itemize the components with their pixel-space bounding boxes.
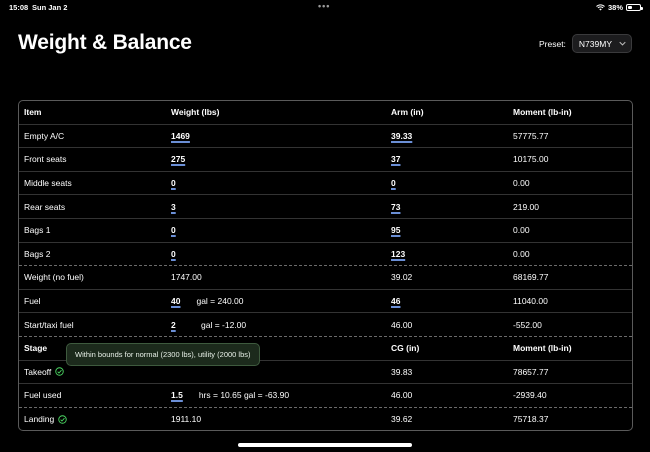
preset-value: N739MY <box>578 38 612 49</box>
moment-value: -2939.40 <box>513 390 547 401</box>
row-label: Bags 1 <box>24 225 51 236</box>
taxi-fuel-input[interactable]: 2 <box>171 320 185 330</box>
moment-value: 78657.77 <box>513 366 549 377</box>
arm-value: 39.02 <box>391 272 413 283</box>
battery-percent: 38% <box>607 3 623 12</box>
moment-value: 68169.77 <box>513 272 549 283</box>
row-label: Empty A/C <box>24 130 65 141</box>
status-date: Sun Jan 2 <box>32 3 68 12</box>
arm-input[interactable]: 39.33 <box>391 131 412 141</box>
row-label: Weight (no fuel) <box>24 272 84 283</box>
check-circle-icon[interactable] <box>58 414 67 424</box>
bounds-tooltip: Within bounds for normal (2300 lbs), uti… <box>66 343 260 366</box>
weight-input[interactable]: 0 <box>171 225 176 235</box>
moment-value: 75718.37 <box>513 414 549 425</box>
weight-input[interactable]: 3 <box>171 202 176 212</box>
weight-input[interactable]: 275 <box>171 154 185 164</box>
fuel-used-conversion: hrs = 10.65 gal = -63.90 <box>198 390 290 401</box>
table-row: Fuel 40 gal = 240.00 46 11040.00 <box>19 290 632 314</box>
table-row: Empty A/C 1469 39.33 57775.77 <box>19 125 632 149</box>
row-label: Front seats <box>24 154 67 165</box>
preset-select[interactable]: N739MY <box>571 34 632 53</box>
table-row: Bags 2 0 123 0.00 <box>19 243 632 267</box>
table-row: Middle seats 0 0 0.00 <box>19 172 632 196</box>
table-row: Rear seats 3 73 219.00 <box>19 195 632 219</box>
weight-value: 1747.00 <box>171 272 202 283</box>
table-row: Weight (no fuel) 1747.00 39.02 68169.77 <box>19 266 632 290</box>
stage-row: Fuel used 1.5 hrs = 10.65 gal = -63.90 4… <box>19 384 632 408</box>
weight-balance-table: Item Weight (lbs) Arm (in) Moment (lb-in… <box>18 100 633 432</box>
stage-label: Fuel used <box>24 390 62 401</box>
status-bar: 15:08 Sun Jan 2 ••• 38% <box>0 0 650 14</box>
header-stage: Stage <box>24 343 48 354</box>
arm-input[interactable]: 73 <box>391 202 400 212</box>
battery-icon <box>626 4 643 11</box>
header-item: Item <box>24 107 42 118</box>
fuel-gal-input[interactable]: 40 <box>171 296 180 306</box>
table-row: Start/taxi fuel 2 gal = -12.00 46.00 -55… <box>19 313 632 337</box>
moment-value: 0.00 <box>513 225 530 236</box>
moment-value: 0.00 <box>513 178 530 189</box>
status-time: 15:08 <box>9 3 29 12</box>
stage-label: Takeoff <box>24 366 52 377</box>
page-title: Weight & Balance <box>18 31 192 54</box>
table-header: Item Weight (lbs) Arm (in) Moment (lb-in… <box>19 101 632 125</box>
arm-input[interactable]: 95 <box>391 225 400 235</box>
weight-input[interactable]: 0 <box>171 178 176 188</box>
arm-input[interactable]: 0 <box>391 178 396 188</box>
check-circle-icon[interactable] <box>55 367 64 377</box>
row-label: Middle seats <box>24 178 72 189</box>
fuel-hours-input[interactable]: 1.5 <box>171 390 183 400</box>
cg-value: 39.62 <box>391 414 413 425</box>
table-row: Front seats 275 37 10175.00 <box>19 148 632 172</box>
header-stage-moment: Moment (lb-in) <box>513 343 572 354</box>
taxi-fuel-conversion: gal = -12.00 <box>201 319 247 330</box>
header-moment: Moment (lb-in) <box>513 107 572 118</box>
cg-value: 39.83 <box>391 366 413 377</box>
home-indicator[interactable] <box>238 443 412 447</box>
row-label: Fuel <box>24 296 41 307</box>
moment-value: 11040.00 <box>513 296 548 307</box>
weight-input[interactable]: 1469 <box>171 131 190 141</box>
table-row: Bags 1 0 95 0.00 <box>19 219 632 243</box>
weight-input[interactable]: 0 <box>171 249 176 259</box>
row-label: Bags 2 <box>24 248 51 259</box>
row-label: Start/taxi fuel <box>24 319 74 330</box>
moment-value: 0.00 <box>513 248 530 259</box>
cg-value: 46.00 <box>391 390 413 401</box>
moment-value: 219.00 <box>513 201 539 212</box>
arm-value: 46.00 <box>391 319 413 330</box>
moment-value: -552.00 <box>513 319 542 330</box>
multitask-dots-icon[interactable]: ••• <box>318 1 330 11</box>
arm-input[interactable]: 46 <box>391 296 400 306</box>
chevron-down-icon <box>619 41 626 46</box>
stage-label: Landing <box>24 414 55 425</box>
preset-picker: Preset: N739MY <box>539 34 632 53</box>
moment-value: 10175.00 <box>513 154 549 165</box>
row-label: Rear seats <box>24 201 66 212</box>
moment-value: 57775.77 <box>513 130 549 141</box>
weight-value: 1911.10 <box>171 414 202 425</box>
preset-label: Preset: <box>538 38 566 49</box>
wifi-icon <box>596 4 605 11</box>
arm-input[interactable]: 37 <box>391 154 400 164</box>
fuel-conversion: gal = 240.00 <box>196 296 244 307</box>
status-indicators: 38% <box>596 3 643 12</box>
header-weight: Weight (lbs) <box>171 107 220 118</box>
header-arm: Arm (in) <box>391 107 424 118</box>
stage-row: Landing 1911.10 39.62 75718.37 <box>19 408 632 431</box>
arm-input[interactable]: 123 <box>391 249 405 259</box>
header-cg: CG (in) <box>391 343 420 354</box>
